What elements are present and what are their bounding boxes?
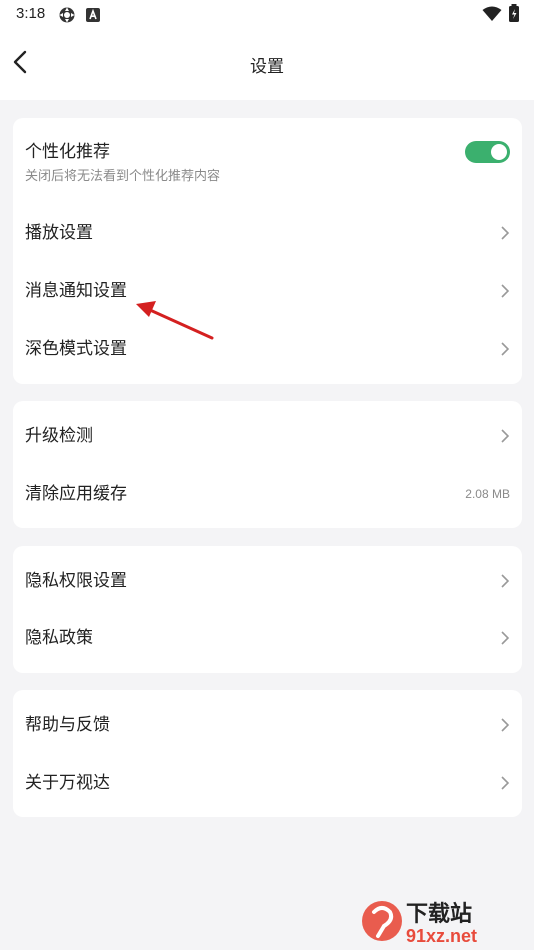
setting-label: 消息通知设置 [25,281,127,301]
a-notification-icon [86,7,100,26]
chevron-right-icon [501,776,510,790]
setting-row-personalized-recommend[interactable]: 个性化推荐 关闭后将无法看到个性化推荐内容 [13,118,522,194]
chevron-right-icon [501,718,510,732]
setting-label: 升级检测 [25,426,93,446]
setting-label: 关于万视达 [25,773,110,793]
cache-size-value: 2.08 MB [465,487,510,501]
setting-label: 播放设置 [25,223,93,243]
personalized-recommend-toggle[interactable] [465,141,510,163]
setting-label: 隐私政策 [25,628,93,648]
chevron-right-icon [501,429,510,443]
settings-screen: 3:18 设置 个性化推荐 关闭后将无法看到个性化推荐内容 播放设置 消息通知设… [0,0,534,950]
setting-label: 帮助与反馈 [25,715,110,735]
settings-group-personal: 个性化推荐 关闭后将无法看到个性化推荐内容 播放设置 消息通知设置 深色模式设置 [13,118,522,384]
battery-icon [508,4,520,26]
page-title: 设置 [250,57,284,77]
chevron-right-icon [501,574,510,588]
setting-label: 个性化推荐 [25,142,110,162]
setting-label: 隐私权限设置 [25,571,127,591]
chevron-right-icon [501,342,510,356]
setting-row-privacy-permissions[interactable]: 隐私权限设置 [13,552,522,610]
settings-group-about: 帮助与反馈 关于万视达 [13,690,522,817]
status-time: 3:18 [16,5,46,22]
chevron-right-icon [501,226,510,240]
settings-app-icon [58,6,76,28]
watermark-url: 91xz.net [406,926,477,946]
chevron-right-icon [501,284,510,298]
setting-row-dark-mode[interactable]: 深色模式设置 [13,320,522,378]
setting-row-playback[interactable]: 播放设置 [13,204,522,262]
setting-sublabel: 关闭后将无法看到个性化推荐内容 [25,169,221,184]
top-bar: 3:18 设置 [0,0,534,100]
chevron-right-icon [501,631,510,645]
setting-row-notification[interactable]: 消息通知设置 [13,262,522,320]
setting-row-about[interactable]: 关于万视达 [13,754,522,812]
watermark-logo: 下载站 91xz.net [360,896,530,946]
toggle-knob [491,144,507,160]
setting-label: 清除应用缓存 [25,484,127,504]
setting-row-privacy-policy[interactable]: 隐私政策 [13,609,522,667]
watermark-brand: 下载站 [406,901,472,927]
app-header: 设置 [0,28,534,100]
wifi-icon [482,6,502,26]
setting-row-upgrade-check[interactable]: 升级检测 [13,407,522,465]
status-bar: 3:18 [0,0,534,28]
setting-row-clear-cache[interactable]: 清除应用缓存 2.08 MB [13,465,522,523]
setting-row-help-feedback[interactable]: 帮助与反馈 [13,696,522,754]
settings-group-privacy: 隐私权限设置 隐私政策 [13,546,522,673]
setting-label: 深色模式设置 [25,339,127,359]
settings-group-app: 升级检测 清除应用缓存 2.08 MB [13,401,522,528]
